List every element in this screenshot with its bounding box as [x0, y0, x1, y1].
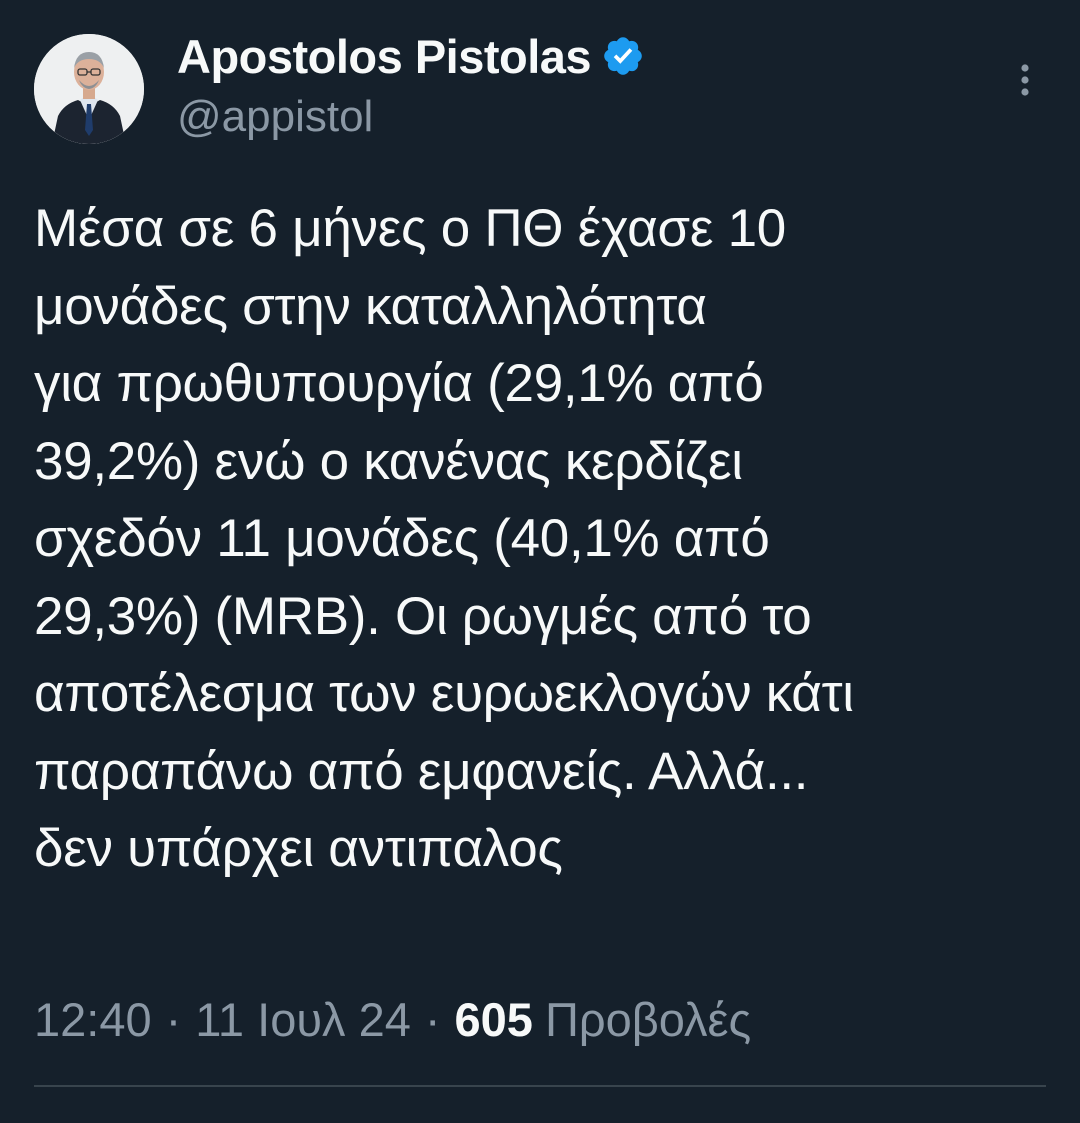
tweet-text: Μέσα σε 6 μήνες ο ΠΘ έχασε 10 μονάδες στ…	[34, 190, 1044, 888]
tweet-text-line: Μέσα σε 6 μήνες ο ΠΘ έχασε 10	[34, 199, 786, 258]
verified-badge-icon[interactable]	[601, 34, 645, 78]
tweet-text-line: σχεδόν 11 μονάδες (40,1% από	[34, 509, 770, 568]
tweet-text-line: για πρωθυπουργία (29,1% από	[34, 354, 764, 413]
tweet: Apostolos Pistolas @appistol Μέσα σε 6 μ…	[0, 0, 1080, 1123]
meta-separator: ·	[424, 993, 441, 1046]
avatar[interactable]	[34, 34, 144, 144]
meta-separator: ·	[165, 993, 182, 1046]
divider	[34, 1085, 1046, 1087]
avatar-image	[34, 34, 144, 144]
author-display-name[interactable]: Apostolos Pistolas	[177, 29, 592, 84]
tweet-text-line: παραπάνω από εμφανείς. Αλλά...	[34, 741, 809, 801]
tweet-time[interactable]: 12:40	[34, 992, 152, 1047]
tweet-text-line: 29,3%) (MRB). Οι ρωγμές από το	[34, 586, 812, 646]
author-handle[interactable]: @appistol	[177, 92, 373, 142]
more-vertical-icon[interactable]	[1012, 60, 1038, 100]
views-label: Προβολές	[544, 993, 752, 1046]
author-name-row: Apostolos Pistolas	[177, 28, 645, 84]
tweet-text-line: μονάδες στην καταλληλότητα	[34, 276, 707, 336]
tweet-meta: 12:40 · 11 Ιουλ 24 · 605 Προβολές	[34, 992, 751, 1047]
tweet-date[interactable]: 11 Ιουλ 24	[195, 992, 411, 1047]
tweet-text-line: αποτέλεσμα των ευρωεκλογών κάτι	[34, 664, 854, 723]
tweet-text-line: 39,2%) ενώ ο κανένας κερδίζει	[34, 431, 743, 491]
views-count[interactable]: 605	[455, 992, 533, 1047]
tweet-text-line: δεν υπάρχει αντιπαλος	[34, 819, 563, 878]
